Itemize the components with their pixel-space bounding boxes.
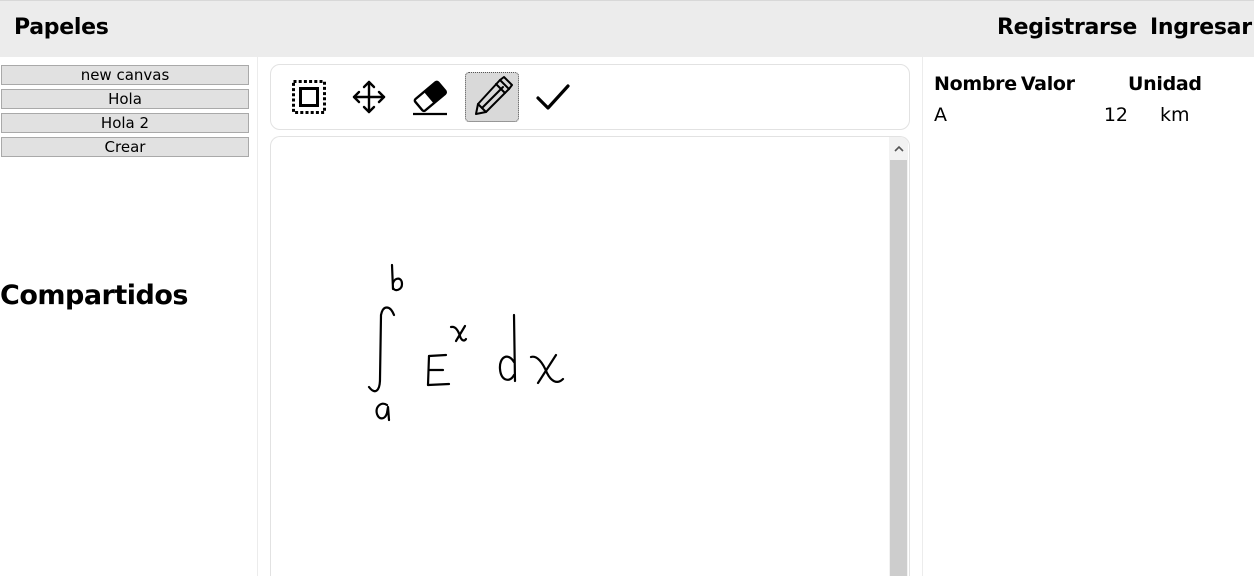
variable-unit-cell: km — [1160, 104, 1190, 126]
top-navbar: Papeles Registrarse Ingresar — [0, 0, 1254, 57]
checkmark-icon — [536, 84, 570, 110]
create-paper-button[interactable]: Crear — [1, 137, 249, 157]
brand-title[interactable]: Papeles — [14, 15, 109, 40]
paper-item-new-canvas[interactable]: new canvas — [1, 65, 249, 85]
papers-sidebar: new canvas Hola Hola 2 Crear — [0, 65, 250, 161]
paper-item-hola-2[interactable]: Hola 2 — [1, 113, 249, 133]
scroll-thumb[interactable] — [890, 160, 907, 576]
select-tool-button[interactable] — [282, 72, 336, 122]
eraser-tool-button[interactable] — [403, 72, 457, 122]
variables-table: Nombre Valor Unidad A 12 km — [934, 70, 1206, 132]
chevron-up-icon — [893, 145, 904, 152]
shared-section-title: Compartidos — [0, 280, 188, 311]
handwritten-integral-ex-dx — [367, 263, 565, 422]
column-header-unidad: Unidad — [1128, 73, 1202, 95]
scroll-up-button[interactable] — [889, 139, 908, 157]
table-row: A 12 km — [934, 98, 1206, 132]
register-link[interactable]: Registrarse — [997, 15, 1137, 40]
column-header-valor: Valor — [1020, 73, 1075, 95]
confirm-tool-button[interactable] — [526, 72, 580, 122]
pen-tool-button[interactable] — [465, 72, 519, 122]
table-header-row: Nombre Valor Unidad — [934, 70, 1206, 98]
move-tool-button[interactable] — [342, 72, 396, 122]
drawing-canvas[interactable] — [271, 137, 889, 576]
eraser-icon — [413, 80, 448, 116]
drawing-toolbar — [270, 64, 910, 130]
pen-icon — [475, 76, 513, 115]
login-link[interactable]: Ingresar — [1150, 15, 1252, 40]
dashed-selection-icon — [292, 80, 326, 114]
paper-item-hola[interactable]: Hola — [1, 89, 249, 109]
move-arrows-icon — [352, 80, 386, 114]
variable-name-cell: A — [934, 104, 947, 126]
canvas-scrollbar[interactable] — [889, 137, 908, 576]
column-header-nombre: Nombre — [934, 73, 1017, 95]
column-divider — [922, 57, 923, 576]
variable-value-cell: 12 — [1103, 104, 1128, 126]
drawing-canvas-container — [270, 136, 910, 576]
column-divider — [257, 57, 258, 576]
